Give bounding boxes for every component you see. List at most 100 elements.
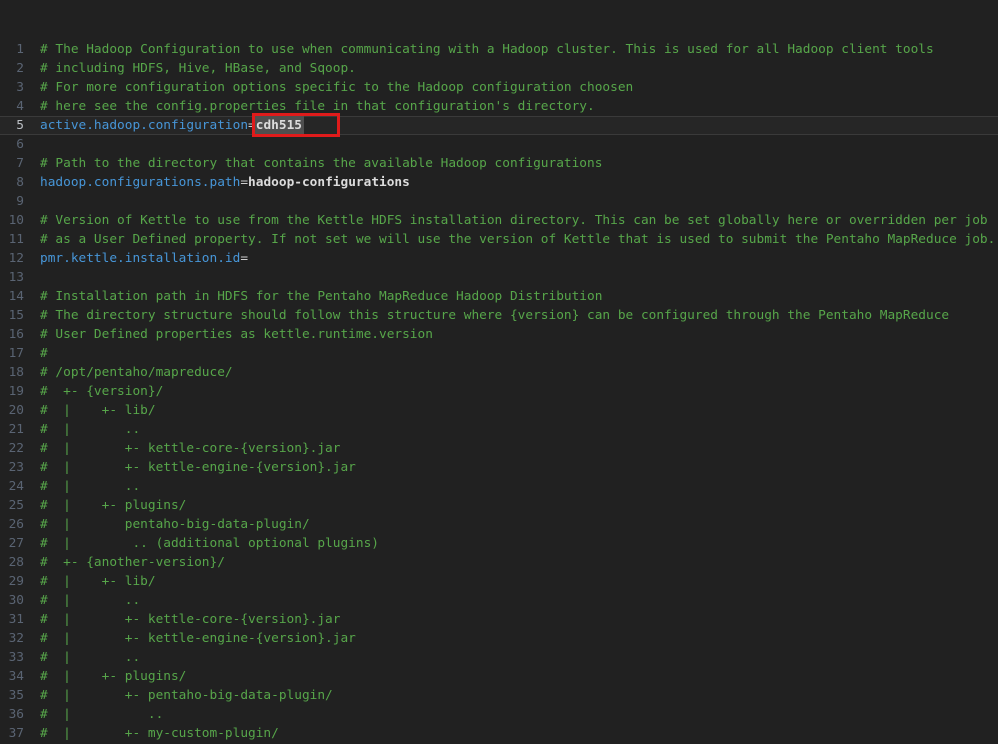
comment-text: # | .. [40, 707, 163, 722]
line-content: # [40, 344, 48, 363]
code-line[interactable]: 12 pmr.kettle.installation.id= [0, 249, 998, 268]
line-number: 19 [0, 382, 24, 401]
line-number: 1 [0, 40, 24, 59]
line-number: 10 [0, 211, 24, 230]
line-number: 33 [0, 648, 24, 667]
code-line[interactable]: 19 # +- {version}/ [0, 382, 998, 401]
equals-sign: = [240, 251, 248, 266]
line-content: # | +- plugins/ [40, 496, 186, 515]
comment-text: # including HDFS, Hive, HBase, and Sqoop… [40, 61, 356, 76]
line-content: # | +- kettle-engine-{version}.jar [40, 458, 356, 477]
code-line[interactable]: 17# [0, 344, 998, 363]
line-number: 30 [0, 591, 24, 610]
comment-text: # | .. (additional optional plugins) [40, 536, 379, 551]
code-line[interactable]: 21# | .. [0, 420, 998, 439]
code-line[interactable]: 1# The Hadoop Configuration to use when … [0, 40, 998, 59]
code-line[interactable]: 31 # | +- kettle-core-{version}.jar [0, 610, 998, 629]
code-line[interactable]: 8 hadoop.configurations.path=hadoop-confi… [0, 173, 998, 192]
line-content: # | .. [40, 591, 140, 610]
code-line[interactable]: 30 # | .. [0, 591, 998, 610]
property-key: pmr.kettle.installation.id [40, 251, 240, 266]
line-content: # | .. [40, 705, 163, 724]
line-content: # | +- lib/ [40, 572, 156, 591]
line-content: # | .. [40, 477, 140, 496]
line-number: 37 [0, 724, 24, 743]
code-line[interactable]: 5 active.hadoop.configuration=cdh515 [0, 116, 998, 135]
line-content: pmr.kettle.installation.id= [40, 249, 248, 268]
code-line[interactable]: 2# including HDFS, Hive, HBase, and Sqoo… [0, 59, 998, 78]
line-content: # | +- pentaho-big-data-plugin/ [40, 686, 333, 705]
code-line[interactable]: 24 # | .. [0, 477, 998, 496]
comment-text: # /opt/pentaho/mapreduce/ [40, 365, 233, 380]
code-line[interactable]: 7# Path to the directory that contains t… [0, 154, 998, 173]
comment-text: # The directory structure should follow … [40, 308, 949, 323]
code-line[interactable]: 11# as a User Defined property. If not s… [0, 230, 998, 249]
comment-text: # +- {another-version}/ [40, 555, 225, 570]
code-line[interactable]: 22# | +- kettle-core-{version}.jar [0, 439, 998, 458]
line-number: 24 [0, 477, 24, 496]
line-number: 5 [0, 116, 24, 135]
property-value: hadoop-configurations [248, 175, 410, 190]
code-line[interactable]: 29# | +- lib/ [0, 572, 998, 591]
line-number: 31 [0, 610, 24, 629]
line-content: # For more configuration options specifi… [40, 78, 633, 97]
code-line[interactable]: 14 # Installation path in HDFS for the Pe… [0, 287, 998, 306]
line-number: 8 [0, 173, 24, 192]
comment-text: # +- {version}/ [40, 384, 163, 399]
line-content: hadoop.configurations.path=hadoop-config… [40, 173, 410, 192]
equals-sign: = [240, 175, 248, 190]
line-number: 26 [0, 515, 24, 534]
code-line[interactable]: 4# here see the config.properties file i… [0, 97, 998, 116]
comment-text: # | +- my-custom-plugin/ [40, 726, 279, 741]
line-content: # | +- plugins/ [40, 667, 186, 686]
code-line[interactable]: 10 # Version of Kettle to use from the Ke… [0, 211, 998, 230]
line-content: # Installation path in HDFS for the Pent… [40, 287, 602, 306]
code-line[interactable]: 15# The directory structure should follo… [0, 306, 998, 325]
comment-text: # | +- lib/ [40, 403, 156, 418]
line-content: # User Defined properties as kettle.runt… [40, 325, 433, 344]
code-line[interactable]: 27# | .. (additional optional plugins) [0, 534, 998, 553]
comment-text: # Version of Kettle to use from the Kett… [40, 213, 988, 228]
line-number: 9 [0, 192, 24, 211]
code-line[interactable]: 3 # For more configuration options specif… [0, 78, 998, 97]
code-line[interactable]: 9 [0, 192, 998, 211]
code-line[interactable]: 28 # +- {another-version}/ [0, 553, 998, 572]
code-line[interactable]: 6 [0, 135, 998, 154]
comment-text: # | +- kettle-core-{version}.jar [40, 612, 340, 627]
code-line[interactable]: 20# | +- lib/ [0, 401, 998, 420]
comment-text: # | +- kettle-core-{version}.jar [40, 441, 340, 456]
line-number: 3 [0, 78, 24, 97]
code-line[interactable]: 23# | +- kettle-engine-{version}.jar [0, 458, 998, 477]
line-content: # | +- lib/ [40, 401, 156, 420]
code-line[interactable]: 26# | pentaho-big-data-plugin/ [0, 515, 998, 534]
code-line[interactable]: 32# | +- kettle-engine-{version}.jar [0, 629, 998, 648]
comment-text: # | .. [40, 593, 140, 608]
line-content: # | .. [40, 648, 140, 667]
comment-text: # | .. [40, 422, 140, 437]
code-line[interactable]: 34 # | +- plugins/ [0, 667, 998, 686]
line-content: # | .. [40, 420, 140, 439]
line-number: 34 [0, 667, 24, 686]
code-line[interactable]: 33 # | .. [0, 648, 998, 667]
line-number: 14 [0, 287, 24, 306]
line-number: 28 [0, 553, 24, 572]
code-line[interactable]: 25# | +- plugins/ [0, 496, 998, 515]
line-number: 12 [0, 249, 24, 268]
code-line[interactable]: 13 [0, 268, 998, 287]
line-content: # | +- kettle-core-{version}.jar [40, 610, 340, 629]
code-line[interactable]: 16# User Defined properties as kettle.ru… [0, 325, 998, 344]
comment-text: # | +- plugins/ [40, 669, 186, 684]
code-line[interactable]: 37 # | +- my-custom-plugin/ [0, 724, 998, 743]
line-content: # here see the config.properties file in… [40, 97, 595, 116]
line-number: 18 [0, 363, 24, 382]
line-content: # | +- kettle-core-{version}.jar [40, 439, 340, 458]
code-line[interactable]: 36# | .. [0, 705, 998, 724]
line-content: # including HDFS, Hive, HBase, and Sqoop… [40, 59, 356, 78]
comment-text: # | +- plugins/ [40, 498, 186, 513]
code-editor[interactable]: 1# The Hadoop Configuration to use when … [0, 0, 998, 744]
code-line[interactable]: 35# | +- pentaho-big-data-plugin/ [0, 686, 998, 705]
line-content: active.hadoop.configuration=cdh515 [40, 116, 340, 135]
comment-text: # | +- lib/ [40, 574, 156, 589]
line-number: 6 [0, 135, 24, 154]
code-line[interactable]: 18 # /opt/pentaho/mapreduce/ [0, 363, 998, 382]
